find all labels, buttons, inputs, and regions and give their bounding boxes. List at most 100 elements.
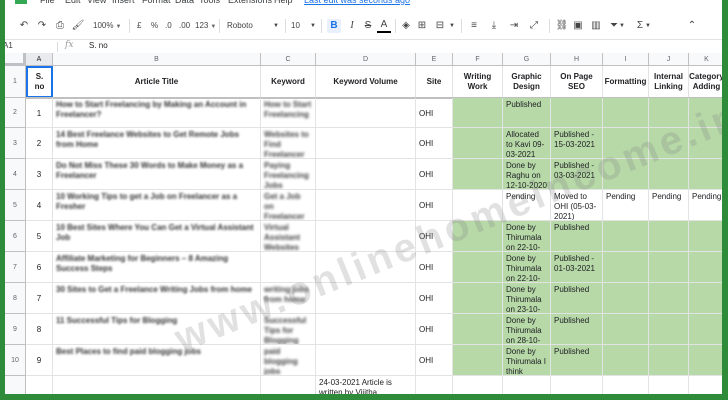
header-cell[interactable]: Site xyxy=(416,66,453,98)
table-cell[interactable] xyxy=(603,376,649,394)
header-cell[interactable]: Internal Linking xyxy=(649,66,689,98)
filter-caret-icon[interactable]: ▼ xyxy=(619,19,625,33)
header-cell[interactable]: Formatting xyxy=(603,66,649,98)
table-cell[interactable]: OHI xyxy=(416,98,453,128)
table-cell[interactable] xyxy=(649,283,689,314)
table-cell[interactable]: 4 xyxy=(26,190,53,221)
font-size-select[interactable]: 10 xyxy=(291,19,311,33)
table-cell[interactable] xyxy=(689,159,722,190)
table-cell[interactable]: Successful Tips for Blogging xyxy=(261,314,316,345)
table-cell[interactable]: 2 xyxy=(26,128,53,159)
table-cell[interactable] xyxy=(416,376,453,394)
table-cell[interactable] xyxy=(649,345,689,376)
header-cell[interactable]: Keyword xyxy=(261,66,316,98)
font-select[interactable]: Roboto xyxy=(227,19,279,33)
column-header-i[interactable]: I xyxy=(603,53,649,66)
table-cell[interactable]: 14 Best Freelance Websites to Get Remote… xyxy=(53,128,261,159)
table-cell[interactable] xyxy=(316,314,416,345)
strikethrough-button[interactable]: S xyxy=(361,19,375,33)
table-cell[interactable]: Published - 01-03-2021 xyxy=(551,252,603,283)
row-header-3[interactable]: 3 xyxy=(5,128,26,159)
table-cell[interactable] xyxy=(453,98,503,128)
table-cell[interactable] xyxy=(453,345,503,376)
insert-comment-icon[interactable]: ▣ xyxy=(571,19,585,33)
table-cell[interactable] xyxy=(689,221,722,252)
row-header-2[interactable]: 2 xyxy=(5,98,26,128)
column-header-f[interactable]: F xyxy=(453,53,503,66)
table-cell[interactable] xyxy=(689,376,722,394)
merge-cells-icon[interactable]: ⊟ xyxy=(433,19,447,33)
table-cell[interactable]: Published xyxy=(551,283,603,314)
row-header-7[interactable]: 7 xyxy=(5,252,26,283)
table-cell[interactable] xyxy=(603,98,649,128)
undo-icon[interactable]: ↶ xyxy=(17,19,31,33)
table-cell[interactable] xyxy=(453,159,503,190)
functions-caret-icon[interactable]: ▼ xyxy=(645,19,651,33)
header-cell[interactable]: Graphic Design xyxy=(503,66,551,98)
table-cell[interactable]: 3 xyxy=(26,159,53,190)
table-cell[interactable] xyxy=(316,159,416,190)
table-cell[interactable]: 8 xyxy=(26,314,53,345)
table-cell[interactable]: OHI xyxy=(416,221,453,252)
table-cell[interactable] xyxy=(453,376,503,394)
table-cell[interactable]: 11 Successful Tips for Blogging xyxy=(53,314,261,345)
menu-data[interactable]: Data xyxy=(175,0,194,5)
table-cell[interactable]: 9 xyxy=(26,345,53,376)
table-cell[interactable] xyxy=(453,283,503,314)
column-header-c[interactable]: C xyxy=(261,53,316,66)
table-cell[interactable]: Pending xyxy=(603,190,649,221)
table-cell[interactable]: Done by Raghu on 12-10-2020 xyxy=(503,159,551,190)
table-cell[interactable]: How to Start Freelancing by Making an Ac… xyxy=(53,98,261,128)
table-cell[interactable] xyxy=(689,128,722,159)
table-cell[interactable]: Published - 15-03-2021 xyxy=(551,128,603,159)
table-cell[interactable] xyxy=(603,252,649,283)
table-cell[interactable]: Published xyxy=(551,345,603,376)
table-cell[interactable]: Paying Freelancing Jobs xyxy=(261,159,316,190)
table-cell[interactable]: How to Start Freelancing xyxy=(261,98,316,128)
fill-color-icon[interactable]: ◈ xyxy=(399,19,413,33)
menu-format[interactable]: Format xyxy=(142,0,171,5)
table-cell[interactable]: 6 xyxy=(26,252,53,283)
header-cell[interactable]: S. no xyxy=(26,66,53,98)
header-cell[interactable]: Keyword Volume xyxy=(316,66,416,98)
table-cell[interactable]: Pending xyxy=(503,190,551,221)
table-cell[interactable] xyxy=(649,376,689,394)
header-cell[interactable]: Writing Work xyxy=(453,66,503,98)
table-cell[interactable]: 24-03-2021 Article is written by Vijitha xyxy=(316,376,416,394)
percent-format-button[interactable]: % xyxy=(151,19,158,33)
column-header-h[interactable]: H xyxy=(551,53,603,66)
table-cell[interactable] xyxy=(261,376,316,394)
menu-edit[interactable]: Edit xyxy=(65,0,81,5)
table-cell[interactable]: writing jobs from home xyxy=(261,283,316,314)
table-cell[interactable]: OHI xyxy=(416,283,453,314)
table-cell[interactable]: paid blogging jobs xyxy=(261,345,316,376)
table-cell[interactable]: 1 xyxy=(26,98,53,128)
print-icon[interactable]: ⎙ xyxy=(53,19,67,33)
table-cell[interactable] xyxy=(316,190,416,221)
row-header-1[interactable]: 1 xyxy=(5,66,26,98)
table-cell[interactable]: OHI xyxy=(416,314,453,345)
font-select-caret-icon[interactable]: ▼ xyxy=(273,19,279,33)
table-cell[interactable]: 10 Best Sites Where You Can Get a Virtua… xyxy=(53,221,261,252)
decrease-decimal-button[interactable]: .0 xyxy=(165,19,172,33)
table-cell[interactable] xyxy=(453,190,503,221)
table-cell[interactable] xyxy=(453,314,503,345)
table-cell[interactable] xyxy=(551,98,603,128)
column-header-e[interactable]: E xyxy=(416,53,453,66)
text-rotation-icon[interactable]: ⤢ xyxy=(527,19,541,33)
table-cell[interactable] xyxy=(649,98,689,128)
text-color-button[interactable]: A xyxy=(377,19,391,33)
table-cell[interactable] xyxy=(689,314,722,345)
row-header-10[interactable]: 10 xyxy=(5,345,26,376)
table-cell[interactable]: OHI xyxy=(416,252,453,283)
table-cell[interactable]: 30 Sites to Get a Freelance Writing Jobs… xyxy=(53,283,261,314)
table-cell[interactable] xyxy=(261,252,316,283)
header-cell[interactable]: Article Title xyxy=(53,66,261,98)
table-cell[interactable]: 5 xyxy=(26,221,53,252)
table-cell[interactable]: 7 xyxy=(26,283,53,314)
table-cell[interactable] xyxy=(453,128,503,159)
column-header-a[interactable]: A xyxy=(26,53,53,66)
table-cell[interactable] xyxy=(689,98,722,128)
table-cell[interactable]: Websites to Find Freelancer Jobs xyxy=(261,128,316,159)
font-size-caret-icon[interactable]: ▼ xyxy=(310,19,316,33)
